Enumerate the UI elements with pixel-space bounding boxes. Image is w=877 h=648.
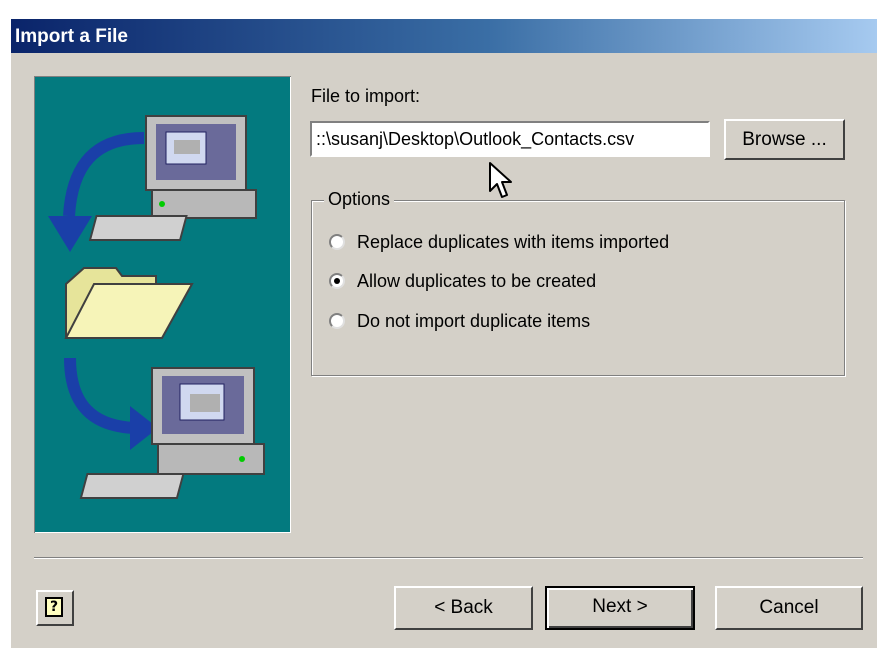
radio-label: Allow duplicates to be created — [357, 270, 597, 291]
help-icon: ? — [45, 597, 63, 617]
top-margin — [0, 0, 877, 19]
wizard-illustration-art — [48, 115, 265, 499]
radio-label: Do not import duplicate items — [357, 310, 591, 331]
folder-icon — [64, 267, 194, 339]
radio-button[interactable] — [329, 273, 345, 289]
left-margin — [0, 0, 11, 648]
computer-icon — [88, 115, 257, 241]
next-button[interactable]: Next > — [545, 586, 695, 630]
window-title: Import a File — [15, 26, 128, 47]
back-button[interactable]: < Back — [394, 586, 533, 630]
radio-button[interactable] — [329, 234, 345, 250]
cancel-button[interactable]: Cancel — [715, 586, 863, 630]
browse-button[interactable]: Browse ... — [724, 119, 845, 160]
radio-label: Replace duplicates with items imported — [357, 231, 670, 252]
radio-replace-duplicates[interactable]: Replace duplicates with items imported — [329, 229, 669, 255]
import-file-dialog: Import a File File to import:::\susanj\… — [0, 0, 877, 648]
computer-icon — [79, 367, 265, 499]
arrow-icon — [64, 357, 158, 450]
title-bar[interactable]: Import a File — [11, 19, 877, 53]
options-legend: Options — [324, 189, 395, 210]
radio-button[interactable] — [329, 313, 345, 329]
help-button[interactable]: ? — [36, 590, 74, 626]
footer-separator — [34, 557, 863, 559]
mouse-cursor-icon — [489, 162, 512, 198]
radio-allow-duplicates[interactable]: Allow duplicates to be created — [329, 268, 596, 294]
wizard-illustration — [34, 76, 291, 533]
radio-do-not-import-duplicates[interactable]: Do not import duplicate items — [329, 308, 590, 334]
file-to-import-label: File to import: — [311, 86, 421, 106]
file-path-input[interactable]: ::\susanj\Desktop\Outlook_Contacts.csv — [310, 121, 710, 157]
